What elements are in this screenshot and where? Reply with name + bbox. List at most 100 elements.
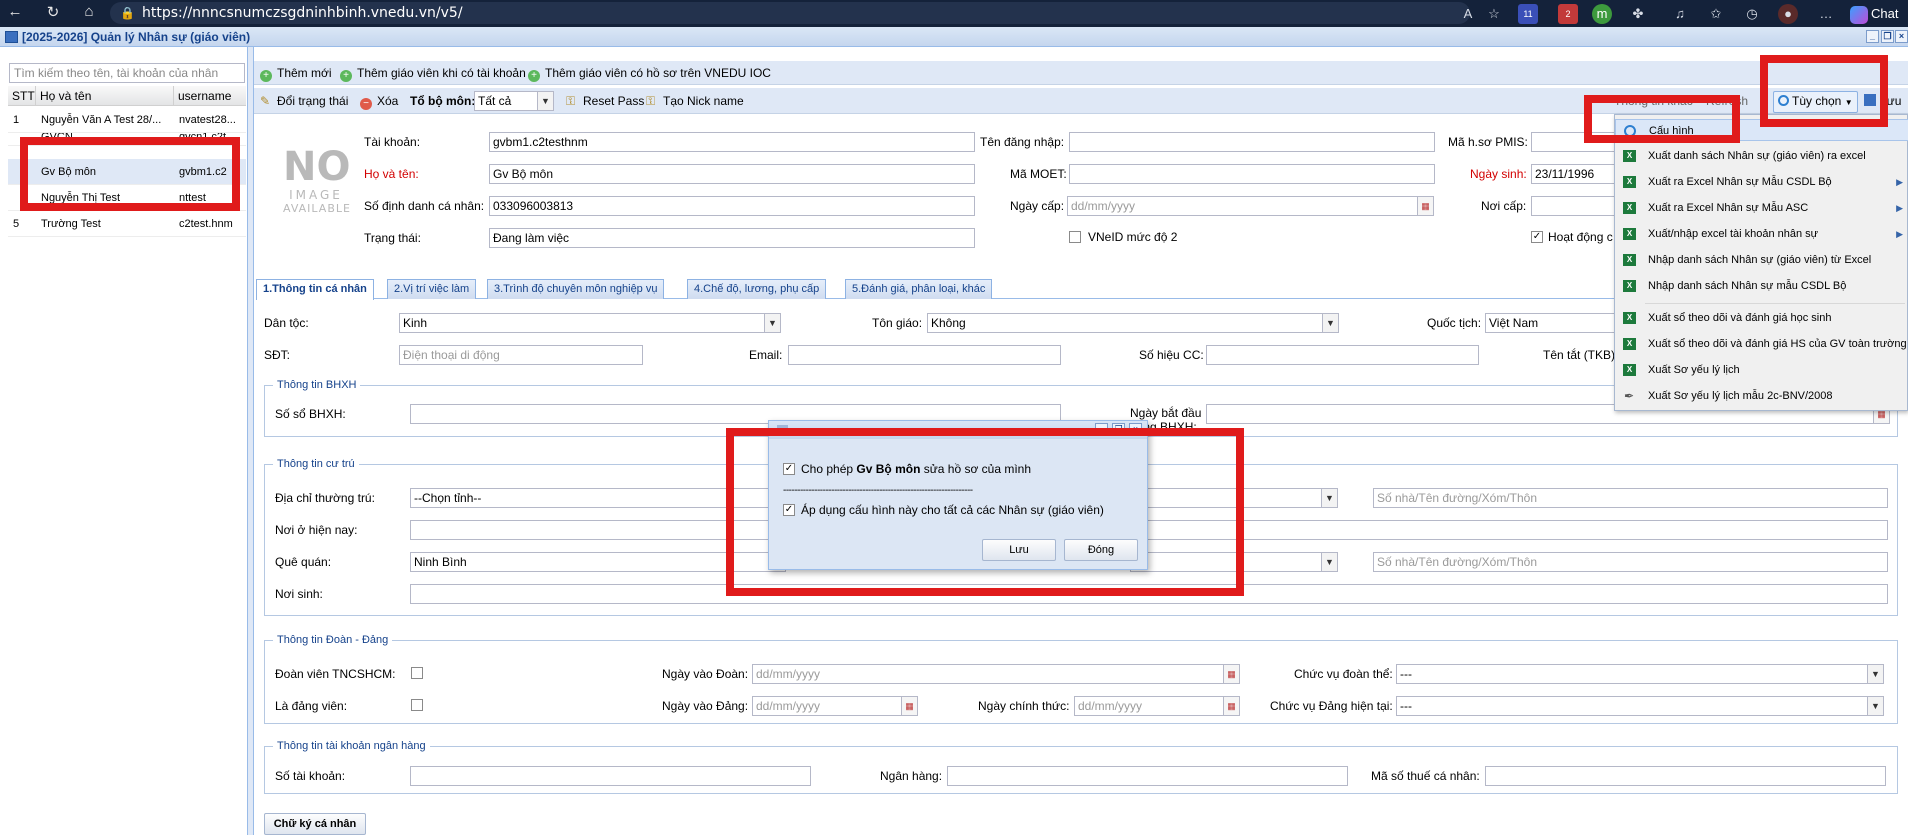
official-date-field[interactable]: dd/mm/yyyy ▦ bbox=[1074, 696, 1240, 716]
active-checkbox[interactable]: ✓ bbox=[1531, 231, 1543, 243]
read-aloud-icon[interactable]: A bbox=[1458, 4, 1478, 24]
permanent-ward-select[interactable]: ▼ bbox=[1130, 488, 1338, 508]
vneid-checkbox[interactable] bbox=[1069, 231, 1081, 243]
table-row[interactable]: Nguyễn Thị Test nttest bbox=[8, 185, 246, 211]
dialog-save-button[interactable]: Lưu bbox=[982, 539, 1056, 561]
menu-item-import-excel[interactable]: X Nhập danh sách Nhân sự (giáo viên) từ E… bbox=[1615, 249, 1908, 271]
refresh-button[interactable]: Refresh bbox=[1706, 93, 1748, 109]
calendar-icon[interactable]: ▦ bbox=[901, 697, 917, 715]
other-info-button[interactable]: Thông tin khác bbox=[1614, 93, 1693, 109]
options-button[interactable]: Tùy chọn ▼ bbox=[1773, 91, 1858, 113]
nationality-select[interactable]: Việt Nam bbox=[1485, 313, 1615, 333]
id-number-field[interactable]: 033096003813 bbox=[489, 196, 975, 216]
birthplace-field[interactable] bbox=[410, 584, 1888, 604]
email-field[interactable] bbox=[788, 345, 1061, 365]
hometown-province-select[interactable]: Ninh Bình bbox=[410, 552, 786, 572]
tax-code-field[interactable] bbox=[1485, 766, 1886, 786]
table-row[interactable]: 5 Trường Test c2test.hnm bbox=[8, 211, 246, 237]
signature-button[interactable]: Chữ ký cá nhân bbox=[264, 813, 366, 835]
allow-edit-checkbox[interactable]: ✓ bbox=[783, 463, 795, 475]
restore-icon[interactable]: ❐ bbox=[1881, 30, 1894, 43]
group-select[interactable]: Tất cả ▼ bbox=[474, 91, 554, 111]
history-icon[interactable]: ◷ bbox=[1742, 4, 1762, 24]
tab-evaluation[interactable]: 5.Đánh giá, phân loại, khác bbox=[845, 279, 993, 299]
party-role-select[interactable]: --- ▼ bbox=[1396, 696, 1884, 716]
phone-field[interactable]: Điện thoại di động bbox=[399, 345, 643, 365]
party-date-field[interactable]: dd/mm/yyyy ▦ bbox=[752, 696, 918, 716]
login-name-field[interactable] bbox=[1069, 132, 1435, 152]
favorite-icon[interactable]: ☆ bbox=[1484, 4, 1504, 24]
media-icon[interactable]: ♫ bbox=[1670, 4, 1690, 24]
home-icon[interactable]: ⌂ bbox=[78, 3, 100, 20]
current-address-field[interactable] bbox=[410, 520, 1888, 540]
address-bar[interactable]: 🔒 https://nnncsnumczsgdninhbinh.vnedu.vn… bbox=[110, 2, 1470, 24]
hometown-ward-select[interactable]: ▼ bbox=[1130, 552, 1338, 572]
moet-field[interactable] bbox=[1069, 164, 1435, 184]
status-field[interactable]: Đang làm việc bbox=[489, 228, 975, 248]
reload-icon[interactable]: ↻ bbox=[42, 3, 64, 21]
menu-item-import-csdl[interactable]: X Nhập danh sách Nhân sự mẫu CSDL Bộ bbox=[1615, 275, 1908, 297]
table-row[interactable]: GVCN gvcn1.c2t bbox=[8, 133, 246, 146]
reset-pass-button[interactable]: ⚿ Reset Pass bbox=[566, 93, 644, 109]
dob-field[interactable]: 23/11/1996 bbox=[1531, 164, 1615, 184]
tab-salary[interactable]: 4.Chế độ, lương, phụ cấp bbox=[687, 279, 827, 299]
menu-item-export-excel[interactable]: X Xuất danh sách Nhân sự (giáo viên) ra e… bbox=[1615, 145, 1908, 167]
profile-avatar-icon[interactable]: ● bbox=[1778, 4, 1798, 24]
extension-badge-2-icon[interactable]: 2 bbox=[1558, 4, 1578, 24]
more-icon[interactable]: … bbox=[1816, 4, 1836, 24]
back-icon[interactable]: ← bbox=[4, 3, 26, 20]
youth-date-field[interactable]: dd/mm/yyyy ▦ bbox=[752, 664, 1240, 684]
youth-role-select[interactable]: --- ▼ bbox=[1396, 664, 1884, 684]
table-row[interactable]: 1 Nguyễn Văn A Test 28/... nvatest28... bbox=[8, 107, 246, 133]
dialog-close-button[interactable]: Đóng bbox=[1064, 539, 1138, 561]
col-username[interactable]: username bbox=[174, 86, 246, 105]
menu-item-config[interactable]: Cấu hình bbox=[1615, 119, 1908, 141]
nickname-button[interactable]: ⚿ Tạo Nick name bbox=[646, 93, 744, 109]
youth-union-checkbox[interactable] bbox=[411, 667, 423, 679]
copilot-chat-button[interactable]: Chat bbox=[1850, 3, 1898, 24]
tab-job-position[interactable]: 2.Vị trí việc làm bbox=[387, 279, 477, 299]
menu-item-export-csdl[interactable]: X Xuất ra Excel Nhân sự Mẫu CSDL Bộ ▶ bbox=[1615, 171, 1908, 193]
extensions-icon[interactable]: ✤ bbox=[1628, 4, 1648, 24]
save-toolbar-button[interactable]: Lưu bbox=[1864, 93, 1901, 109]
add-with-account-button[interactable]: + Thêm giáo viên khi có tài khoản bbox=[340, 65, 526, 82]
calendar-icon[interactable]: ▦ bbox=[1417, 197, 1433, 215]
bank-account-field[interactable] bbox=[410, 766, 811, 786]
dialog-minimize-icon[interactable]: _ bbox=[1095, 423, 1108, 436]
tab-personal-info[interactable]: 1.Thông tin cá nhân bbox=[256, 279, 374, 300]
apply-all-checkbox[interactable]: ✓ bbox=[783, 504, 795, 516]
issue-place-field[interactable] bbox=[1531, 196, 1615, 216]
cc-field[interactable] bbox=[1206, 345, 1479, 365]
fullname-field[interactable]: Gv Bộ môn bbox=[489, 164, 975, 184]
delete-button[interactable]: − Xóa bbox=[360, 93, 398, 110]
menu-item-export-asc[interactable]: X Xuất ra Excel Nhân sự Mẫu ASC ▶ bbox=[1615, 197, 1908, 219]
ethnic-select[interactable]: Kinh ▼ bbox=[399, 313, 781, 333]
add-from-ioc-button[interactable]: + Thêm giáo viên có hồ sơ trên VNEDU IOC bbox=[528, 65, 771, 82]
add-new-button[interactable]: + Thêm mới bbox=[260, 65, 332, 82]
extension-green-icon[interactable]: m bbox=[1592, 4, 1612, 24]
table-row-selected[interactable]: Gv Bộ môn gvbm1.c2 bbox=[8, 159, 246, 185]
calendar-icon[interactable]: ▦ bbox=[1223, 697, 1239, 715]
minimize-icon[interactable]: _ bbox=[1866, 30, 1879, 43]
col-name[interactable]: Họ và tên bbox=[36, 86, 174, 105]
dialog-maximize-icon[interactable]: ❐ bbox=[1112, 423, 1125, 436]
tab-qualification[interactable]: 3.Trình độ chuyên môn nghiệp vụ bbox=[487, 279, 665, 299]
bank-name-field[interactable] bbox=[947, 766, 1348, 786]
collections-icon[interactable]: ✩ bbox=[1706, 4, 1726, 24]
calendar-icon[interactable]: ▦ bbox=[1223, 665, 1239, 683]
menu-item-export-student-book[interactable]: X Xuất sổ theo dõi và đánh giá học sinh bbox=[1615, 307, 1908, 329]
issue-date-field[interactable]: dd/mm/yyyy ▦ bbox=[1067, 196, 1434, 216]
permanent-street-field[interactable]: Số nhà/Tên đường/Xóm/Thôn bbox=[1373, 488, 1888, 508]
menu-item-export-school-book[interactable]: X Xuất sổ theo dõi và đánh giá HS của GV … bbox=[1615, 333, 1908, 355]
menu-item-export-cv-2c[interactable]: ✒ Xuất Sơ yếu lý lịch mẫu 2c-BNV/2008 bbox=[1615, 385, 1908, 407]
religion-select[interactable]: Không ▼ bbox=[927, 313, 1339, 333]
hometown-street-field[interactable]: Số nhà/Tên đường/Xóm/Thôn bbox=[1373, 552, 1888, 572]
menu-item-account-excel[interactable]: X Xuất/nhập excel tài khoản nhân sự ▶ bbox=[1615, 223, 1908, 245]
menu-item-export-cv[interactable]: X Xuất Sơ yếu lý lịch bbox=[1615, 359, 1908, 381]
dialog-close-icon[interactable]: × bbox=[1129, 423, 1142, 436]
close-icon[interactable]: × bbox=[1895, 30, 1908, 43]
change-status-button[interactable]: ✎ Đổi trạng thái bbox=[260, 93, 348, 109]
extension-badge-icon[interactable]: 11 bbox=[1518, 4, 1538, 24]
permanent-province-select[interactable]: --Chọn tỉnh-- bbox=[410, 488, 786, 508]
account-field[interactable]: gvbm1.c2testhnm bbox=[489, 132, 975, 152]
